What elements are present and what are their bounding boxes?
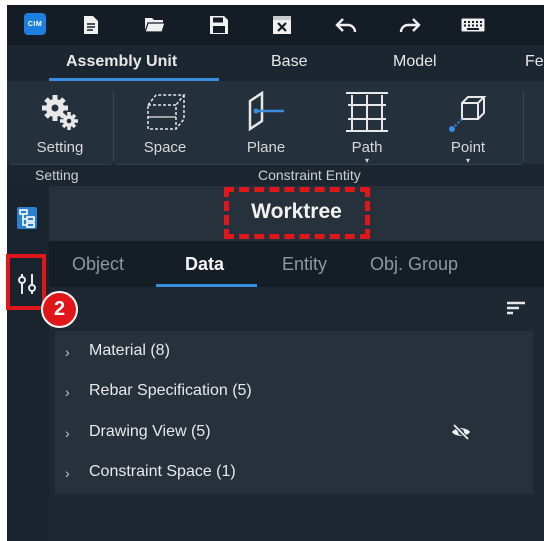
worktree-panel: Worktree Object Data Entity Obj. Group ›…: [49, 186, 544, 541]
worktree-rail-button[interactable]: [12, 203, 42, 233]
tree-item-material[interactable]: › Material (8): [55, 332, 533, 372]
side-rail: [7, 186, 49, 541]
point-label: Point: [450, 139, 486, 156]
setting-button[interactable]: Setting: [20, 89, 100, 161]
plane-label: Plane: [246, 139, 286, 156]
space-label: Space: [143, 139, 187, 156]
path-button[interactable]: Path ▾: [327, 89, 407, 165]
tree-item-drawing-view[interactable]: › Drawing View (5): [55, 413, 533, 453]
keyboard-icon[interactable]: [457, 9, 489, 41]
close-file-icon[interactable]: [266, 9, 298, 41]
chevron-right-icon[interactable]: ›: [65, 384, 70, 400]
save-icon[interactable]: [203, 9, 235, 41]
chevron-right-icon[interactable]: ›: [65, 425, 70, 441]
app-window: CIM Assembly Unit Base Model Fe Setting …: [7, 5, 544, 541]
tree-item-constraint-space[interactable]: › Constraint Space (1): [55, 453, 533, 493]
point-cube-icon: [449, 96, 487, 132]
undo-icon[interactable]: [330, 9, 362, 41]
tab-base[interactable]: Base: [271, 53, 307, 71]
chevron-right-icon[interactable]: ›: [65, 465, 70, 481]
step-number-badge: 2: [41, 291, 78, 328]
tree-item-label: Material (8): [89, 342, 170, 359]
sort-icon[interactable]: [507, 301, 525, 315]
plane-icon: [248, 91, 284, 132]
tree-structure-icon: [17, 207, 37, 229]
filter-button-highlight: [6, 254, 46, 310]
path-label: Path: [351, 139, 383, 156]
partial-command-button[interactable]: P: [500, 89, 544, 161]
redo-icon[interactable]: [394, 9, 426, 41]
tab-object[interactable]: Object: [72, 254, 124, 275]
space-button[interactable]: Space: [125, 89, 205, 161]
new-document-icon[interactable]: [75, 9, 107, 41]
plane-button[interactable]: Plane: [226, 89, 306, 161]
partial-command-label: P: [500, 139, 544, 156]
panel-toolbar: [49, 287, 544, 331]
tab-entity[interactable]: Entity: [282, 254, 327, 275]
eye-off-icon[interactable]: [451, 424, 471, 440]
app-logo[interactable]: CIM: [24, 13, 46, 35]
tree-item-label: Rebar Specification (5): [89, 382, 252, 399]
open-folder-icon[interactable]: [139, 9, 171, 41]
ribbon-commands: Setting Space Plane Path ▾ Point ▾: [7, 81, 544, 165]
path-grid-icon: [346, 92, 388, 132]
point-button[interactable]: Point ▾: [428, 89, 508, 165]
space-box-icon: [147, 94, 186, 130]
ribbon-group-labels: Setting Constraint Entity: [7, 164, 544, 186]
group-label-setting: Setting: [35, 167, 79, 183]
tree-item-rebar-specification[interactable]: › Rebar Specification (5): [55, 372, 533, 412]
chevron-right-icon[interactable]: ›: [65, 344, 70, 360]
tree-item-label: Constraint Space (1): [89, 463, 236, 480]
tab-model[interactable]: Model: [393, 53, 437, 71]
quick-access-toolbar: CIM: [7, 5, 544, 45]
tree-item-label: Drawing View (5): [89, 423, 211, 440]
ribbon-divider: [113, 91, 114, 161]
setting-label: Setting: [36, 139, 84, 156]
data-tree: › Material (8) › Rebar Specification (5)…: [55, 331, 533, 494]
tab-assembly-unit[interactable]: Assembly Unit: [66, 53, 177, 71]
worktree-title-highlight: [224, 187, 370, 239]
ribbon-tabs: Assembly Unit Base Model Fe: [7, 45, 544, 81]
gears-icon: [42, 95, 78, 130]
tab-obj-group[interactable]: Obj. Group: [370, 254, 458, 275]
tab-data[interactable]: Data: [185, 254, 224, 275]
panel-tabs: Object Data Entity Obj. Group: [49, 241, 544, 287]
tab-fe[interactable]: Fe: [525, 53, 544, 71]
group-label-constraint-entity: Constraint Entity: [258, 167, 361, 183]
